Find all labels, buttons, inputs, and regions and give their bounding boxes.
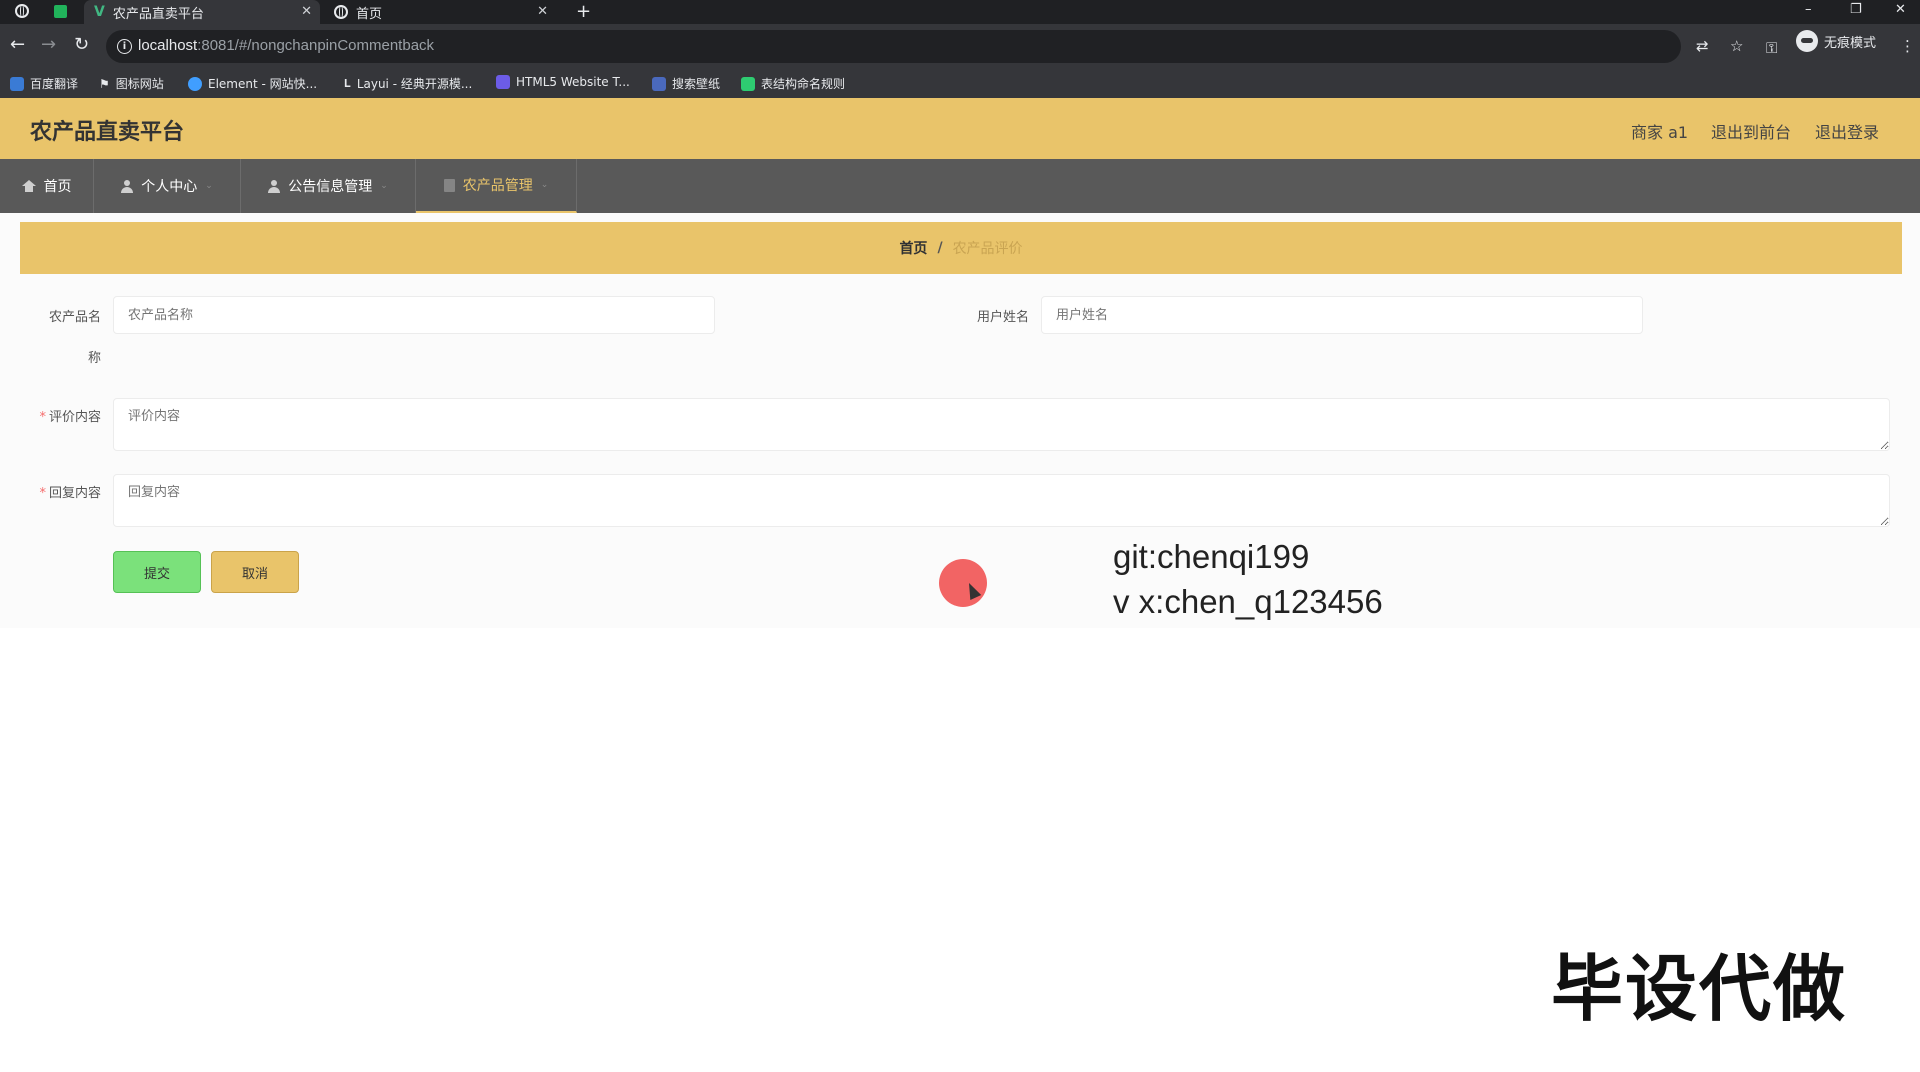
bookmark-item[interactable]: HTML5 Website T... <box>496 75 630 89</box>
submit-button[interactable]: 提交 <box>113 551 201 593</box>
bookmark-item[interactable]: ⚑ 图标网站 <box>99 75 164 92</box>
required-mark: * <box>39 486 46 501</box>
app-title: 农产品直卖平台 <box>30 120 185 145</box>
browser-menu-icon[interactable]: ⋮ <box>1900 37 1915 55</box>
bookmark-item[interactable]: Element - 网站快... <box>188 75 317 92</box>
tab-close-icon[interactable]: ✕ <box>537 4 548 19</box>
document-icon <box>443 178 455 192</box>
browser-globe-icon[interactable] <box>15 4 29 18</box>
menu-item-product-management[interactable]: 农产品管理 ⌄ <box>416 159 577 213</box>
menu-item-home[interactable]: 首页 <box>0 159 94 213</box>
globe-icon <box>334 5 348 19</box>
tab-label: 首页 <box>356 6 383 22</box>
watermark-text: 毕设代做 <box>1551 947 1848 1031</box>
layui-favicon-icon: 𝐋 <box>344 76 351 90</box>
product-name-input[interactable] <box>113 296 715 334</box>
tab-close-icon[interactable]: ✕ <box>301 4 312 19</box>
user-name-input[interactable] <box>1041 296 1643 334</box>
breadcrumb-current: 农产品评价 <box>952 241 1023 257</box>
user-icon <box>268 179 281 193</box>
chevron-down-icon: ⌄ <box>205 181 213 191</box>
tab-nongchanpin[interactable]: V 农产品直卖平台 ✕ <box>84 0 320 24</box>
tab-home[interactable]: 首页 ✕ <box>324 0 556 24</box>
user-name-label: 用户姓名 <box>976 310 1029 325</box>
reply-label: * 回复内容 <box>39 486 101 501</box>
comment-label: * 评价内容 <box>39 410 101 425</box>
reply-textarea[interactable] <box>113 474 1890 527</box>
reload-icon[interactable]: ↻ <box>74 34 89 55</box>
incognito-icon <box>1796 30 1818 52</box>
vue-icon: V <box>94 4 105 20</box>
app-favicon-icon[interactable] <box>54 5 67 18</box>
new-tab-button[interactable]: + <box>576 1 591 22</box>
html5-favicon-icon <box>496 75 510 89</box>
bookmark-item[interactable]: 表结构命名规则 <box>741 75 845 92</box>
incognito-label: 无痕模式 <box>1824 35 1877 51</box>
menu-item-label: 农产品管理 <box>462 178 533 194</box>
menu-item-label: 首页 <box>43 179 72 195</box>
user-icon <box>121 179 134 193</box>
chevron-down-icon: ⌄ <box>540 180 549 190</box>
address-bar: ← → ↻ i localhost:8081/#/nongchanpinComm… <box>0 24 1920 70</box>
table-favicon-icon <box>741 76 755 91</box>
menu-item-label: 公告信息管理 <box>288 179 373 195</box>
product-name-label: 农产品名 称 <box>48 310 101 366</box>
breadcrumb: 首页 / 农产品评价 <box>20 222 1902 274</box>
bookmark-item[interactable]: 百度翻译 <box>10 75 78 92</box>
required-mark: * <box>39 410 46 425</box>
menu-item-notice-management[interactable]: 公告信息管理 ⌄ <box>241 159 416 213</box>
incognito-indicator[interactable]: 无痕模式 <box>1796 30 1876 52</box>
app-header: 农产品直卖平台 商家 a1 退出到前台 退出登录 <box>0 98 1920 159</box>
bookmark-item[interactable]: 𝐋 Layui - 经典开源模... <box>344 75 472 92</box>
menu-item-label: 个人中心 <box>141 179 198 195</box>
back-icon[interactable]: ← <box>10 34 25 55</box>
key-icon[interactable]: ⚿ <box>1766 39 1777 57</box>
url-text[interactable]: localhost:8081/#/nongchanpinCommentback <box>138 37 434 54</box>
bookmarks-bar: 百度翻译 ⚑ 图标网站 Element - 网站快... 𝐋 Layui - 经典开… <box>0 70 1920 99</box>
element-favicon-icon <box>188 76 202 91</box>
main-menu: 首页 个人中心 ⌄ 公告信息管理 ⌄ 农产品管理 ⌄ <box>0 159 1920 213</box>
breadcrumb-home[interactable]: 首页 <box>899 238 927 258</box>
breadcrumb-separator: / <box>937 240 943 256</box>
menu-item-personal-center[interactable]: 个人中心 ⌄ <box>94 159 241 213</box>
exit-to-front-link[interactable]: 退出到前台 <box>1711 119 1791 143</box>
bookmark-favicon-icon <box>10 76 24 91</box>
close-window-icon[interactable]: ✕ <box>1895 2 1906 17</box>
wechat-overlay-text: v x:chen_q123456 <box>1113 583 1383 620</box>
cursor-highlight <box>939 559 987 607</box>
home-icon <box>21 180 36 192</box>
restore-icon[interactable]: ❐ <box>1850 2 1862 17</box>
flag-icon: ⚑ <box>99 76 110 91</box>
url-omnibox[interactable]: i localhost:8081/#/nongchanpinCommentbac… <box>106 30 1743 63</box>
forward-icon[interactable]: → <box>41 34 56 55</box>
tab-label: 农产品直卖平台 <box>112 6 204 22</box>
minimize-icon[interactable]: – <box>1805 2 1812 17</box>
browser-tab-bar: V 农产品直卖平台 ✕ 首页 ✕ + – ❐ ✕ <box>0 0 1920 24</box>
wallpaper-favicon-icon <box>652 76 666 91</box>
comment-textarea[interactable] <box>113 398 1890 451</box>
site-info-icon[interactable]: i <box>117 39 132 54</box>
cancel-button[interactable]: 取消 <box>211 551 299 593</box>
logout-link[interactable]: 退出登录 <box>1815 119 1879 143</box>
translate-icon[interactable]: ⇄ <box>1696 37 1709 55</box>
bookmark-star-icon[interactable]: ☆ <box>1730 37 1743 55</box>
current-user-link[interactable]: 商家 a1 <box>1631 119 1688 143</box>
git-overlay-text: git:chenqi199 <box>1113 538 1310 575</box>
chevron-down-icon: ⌄ <box>380 181 388 191</box>
bookmark-item[interactable]: 搜索壁纸 <box>652 75 720 92</box>
